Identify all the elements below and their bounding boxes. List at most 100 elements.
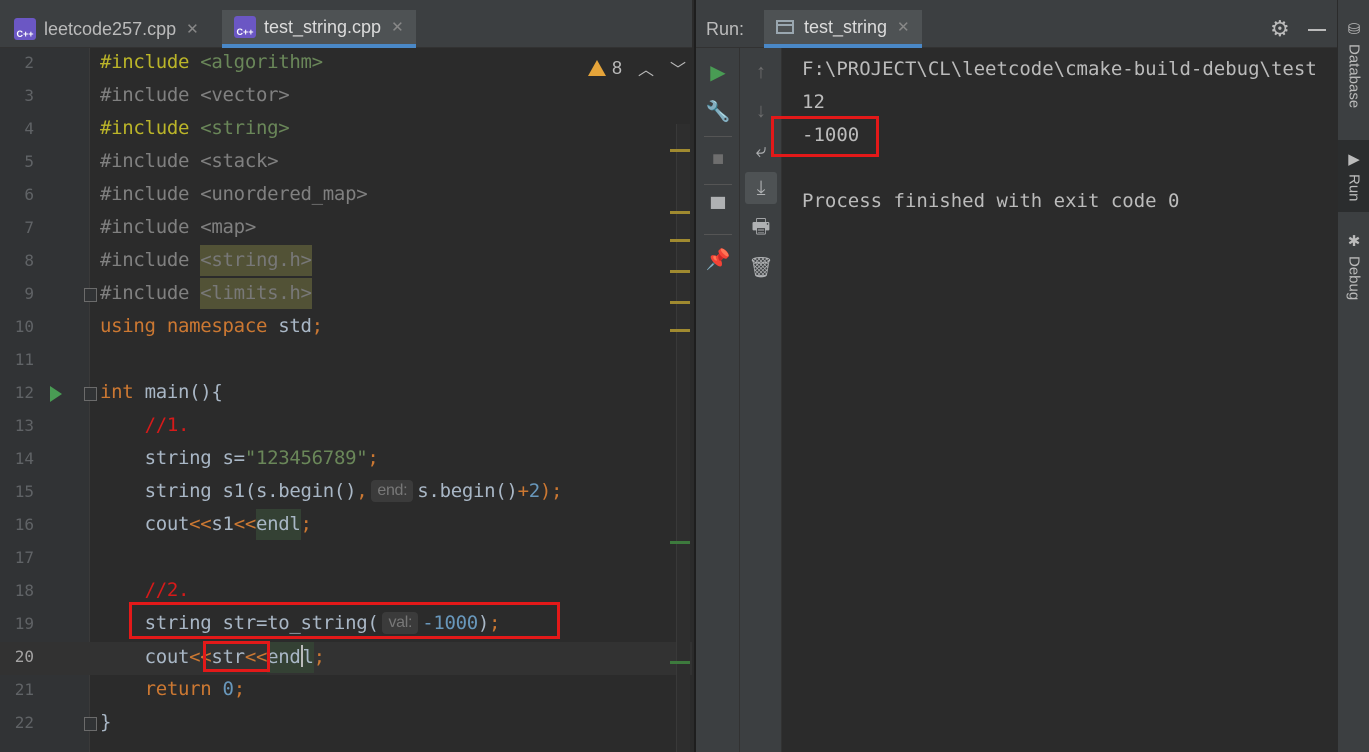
code-line: 16 cout<<s1<<endl; bbox=[0, 509, 692, 543]
fold-icon[interactable] bbox=[84, 387, 97, 401]
stripe-label: Debug bbox=[1345, 256, 1363, 301]
gear-icon[interactable]: ⚙ bbox=[1270, 16, 1290, 42]
include-directive: #include bbox=[100, 117, 190, 139]
line-number: 13 bbox=[14, 416, 34, 435]
number-literal: 0 bbox=[222, 678, 234, 700]
console-line: 12 bbox=[802, 91, 825, 113]
warning-stripe-mark[interactable] bbox=[670, 211, 690, 214]
stripe-label: Database bbox=[1345, 44, 1363, 109]
include-directive: #include bbox=[100, 249, 190, 271]
identifier: endl bbox=[255, 509, 301, 540]
identifier: str bbox=[211, 646, 245, 668]
code-line: 11 bbox=[0, 345, 692, 378]
line-number: 10 bbox=[14, 317, 34, 336]
include-header: <map> bbox=[200, 216, 256, 238]
operator: < bbox=[255, 646, 268, 668]
print-icon[interactable]: 🖶 bbox=[745, 213, 777, 245]
rerun-icon[interactable]: ▶ bbox=[702, 56, 734, 88]
line-number: 15 bbox=[14, 482, 34, 501]
code-line: 5 #include <stack> bbox=[0, 147, 692, 180]
change-stripe-mark[interactable] bbox=[670, 541, 690, 544]
include-header: <string> bbox=[200, 117, 290, 139]
code-text: ) bbox=[477, 612, 490, 634]
comment: //1. bbox=[144, 414, 190, 436]
trash-icon[interactable]: 🗑 bbox=[745, 251, 777, 283]
code-text: s.begin() bbox=[417, 480, 518, 502]
close-icon[interactable]: ✕ bbox=[186, 20, 199, 38]
semicolon: ; bbox=[311, 315, 323, 337]
stripe-label: Run bbox=[1345, 174, 1363, 202]
identifier: end bbox=[267, 646, 301, 668]
include-directive: #include bbox=[100, 183, 190, 205]
stripe-database[interactable]: ⛁ Database bbox=[1338, 20, 1369, 130]
warning-stripe-mark[interactable] bbox=[670, 301, 690, 304]
operator: < bbox=[200, 646, 212, 668]
fold-icon[interactable] bbox=[84, 717, 97, 731]
wrench-icon[interactable]: 🔧 bbox=[702, 95, 734, 127]
warning-stripe-mark[interactable] bbox=[670, 329, 690, 332]
soft-wrap-icon[interactable]: ⤶ bbox=[745, 135, 777, 167]
console-output[interactable]: F:\PROJECT\CL\leetcode\cmake-build-debug… bbox=[771, 48, 1339, 752]
line-number: 11 bbox=[14, 350, 34, 369]
line-number: 2 bbox=[24, 53, 34, 72]
pin-icon[interactable]: 📌 bbox=[702, 243, 734, 275]
console-line: -1000 bbox=[802, 124, 860, 146]
line-number: 7 bbox=[24, 218, 34, 237]
toolbar-separator bbox=[704, 136, 732, 137]
code-line: 14 string s="123456789"; bbox=[0, 444, 692, 477]
minimize-icon[interactable] bbox=[1308, 29, 1326, 31]
comma: , bbox=[356, 480, 368, 502]
cpp-file-icon: C++ bbox=[14, 18, 36, 40]
stop-icon[interactable]: ■ bbox=[702, 143, 734, 175]
include-header: <vector> bbox=[200, 84, 290, 106]
console-line: Process finished with exit code 0 bbox=[802, 190, 1180, 212]
include-directive: #include bbox=[100, 84, 190, 106]
code-line: 13 //1. bbox=[0, 411, 692, 444]
warning-stripe-mark[interactable] bbox=[670, 270, 690, 273]
fold-icon[interactable] bbox=[84, 288, 97, 302]
arrow-up-icon[interactable]: ↑ bbox=[745, 56, 777, 88]
layout-icon[interactable]: ▀ bbox=[702, 193, 734, 225]
close-icon[interactable]: ✕ bbox=[897, 18, 910, 36]
warning-stripe-mark[interactable] bbox=[670, 239, 690, 242]
tab-run-config[interactable]: test_string ✕ bbox=[764, 10, 922, 48]
tab-leetcode257[interactable]: C++ leetcode257.cpp ✕ bbox=[14, 10, 199, 48]
line-number: 22 bbox=[14, 713, 34, 732]
run-tool-window: Run: test_string ✕ ⚙ ▶ 🔧 ■ ▀ 📌 ↑ ↓ ⤶ ⤓ 🖶… bbox=[694, 0, 1339, 752]
identifier: cout bbox=[144, 513, 190, 535]
line-number: 6 bbox=[24, 185, 34, 204]
code-line: 15 string s1(s.begin(), end: s.begin()+2); bbox=[0, 477, 692, 510]
identifier: std bbox=[278, 315, 312, 337]
operator: < bbox=[189, 646, 201, 668]
editor-scrollbar[interactable] bbox=[676, 124, 690, 752]
stripe-debug[interactable]: ✱ Debug bbox=[1338, 232, 1369, 322]
code-text: ); bbox=[539, 480, 563, 502]
line-number: 21 bbox=[14, 680, 34, 699]
line-number: 14 bbox=[14, 449, 34, 468]
run-gutter-icon[interactable] bbox=[50, 386, 62, 402]
tab-test-string[interactable]: C++ test_string.cpp ✕ bbox=[222, 10, 416, 48]
operator: << bbox=[189, 513, 212, 535]
console-icon bbox=[776, 20, 794, 34]
code-text: string s= bbox=[144, 447, 246, 469]
stripe-run[interactable]: ▶ Run bbox=[1338, 140, 1369, 212]
include-header: <algorithm> bbox=[200, 51, 323, 73]
number-literal: -1000 bbox=[422, 612, 478, 634]
close-icon[interactable]: ✕ bbox=[391, 18, 404, 36]
right-tool-stripe: ⛁ Database ▶ Run ✱ Debug bbox=[1337, 0, 1369, 752]
line-number: 5 bbox=[24, 152, 34, 171]
number-literal: 2 bbox=[528, 480, 540, 502]
toolbar-separator bbox=[704, 234, 732, 235]
scroll-to-end-icon[interactable]: ⤓ bbox=[745, 172, 777, 204]
warning-stripe-mark[interactable] bbox=[670, 149, 690, 152]
code-line: 21 return 0; bbox=[0, 675, 692, 708]
run-tab-label: test_string bbox=[804, 16, 888, 37]
identifier: s1 bbox=[211, 513, 234, 535]
operator: < bbox=[244, 646, 256, 668]
arrow-down-icon[interactable]: ↓ bbox=[745, 95, 777, 127]
code-editor[interactable]: 8 ︿ ﹀ 2 #include <algorithm> 3 #include … bbox=[0, 48, 692, 752]
line-number: 16 bbox=[14, 515, 34, 534]
change-stripe-mark[interactable] bbox=[670, 661, 690, 664]
code-line: 3 #include <vector> bbox=[0, 81, 692, 114]
include-directive: #include bbox=[100, 282, 190, 304]
